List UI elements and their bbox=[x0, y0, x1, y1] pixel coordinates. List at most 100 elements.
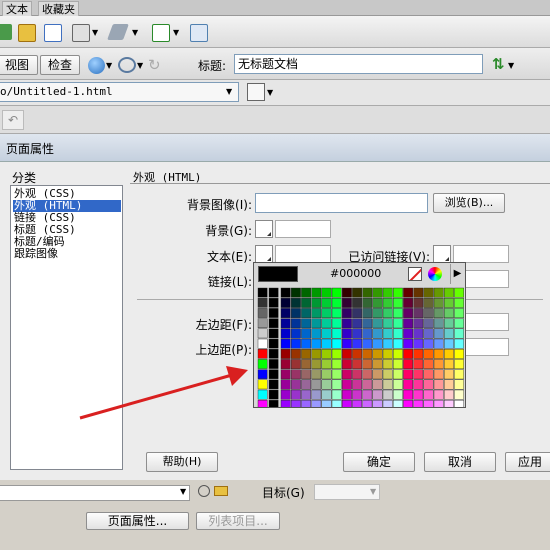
color-swatch[interactable] bbox=[392, 338, 403, 349]
page-properties-button[interactable]: 页面属性... bbox=[86, 512, 189, 530]
color-swatch[interactable] bbox=[291, 297, 301, 308]
color-swatch[interactable] bbox=[433, 389, 444, 400]
color-swatch[interactable] bbox=[268, 338, 279, 349]
color-swatch[interactable] bbox=[268, 297, 279, 308]
color-swatch[interactable] bbox=[403, 328, 413, 339]
visited-color-input[interactable] bbox=[453, 245, 509, 263]
color-swatch[interactable] bbox=[311, 349, 322, 359]
color-swatch[interactable] bbox=[372, 308, 383, 318]
color-swatch[interactable] bbox=[362, 338, 373, 349]
chevron-down-icon[interactable]: ▼ bbox=[132, 28, 138, 37]
color-swatch[interactable] bbox=[321, 338, 332, 349]
color-swatch[interactable] bbox=[291, 287, 301, 298]
color-swatch[interactable] bbox=[454, 379, 464, 390]
color-swatch[interactable] bbox=[392, 389, 403, 400]
color-swatch[interactable] bbox=[382, 399, 393, 407]
color-swatch[interactable] bbox=[382, 389, 393, 400]
color-swatch[interactable] bbox=[301, 318, 312, 329]
color-swatch[interactable] bbox=[433, 328, 444, 339]
color-swatch[interactable] bbox=[433, 399, 444, 407]
color-swatch[interactable] bbox=[433, 359, 444, 370]
tab-favorites[interactable]: 收藏夹 bbox=[38, 1, 79, 17]
color-swatch[interactable] bbox=[341, 359, 352, 370]
color-swatch[interactable] bbox=[291, 399, 301, 407]
color-swatch[interactable] bbox=[443, 349, 454, 359]
color-swatch[interactable] bbox=[413, 359, 424, 370]
color-swatch[interactable] bbox=[392, 318, 403, 329]
color-swatch[interactable] bbox=[403, 287, 413, 298]
color-swatch[interactable] bbox=[291, 389, 301, 400]
color-swatch[interactable] bbox=[392, 359, 403, 370]
color-swatch[interactable] bbox=[352, 399, 363, 407]
color-swatch[interactable] bbox=[280, 287, 291, 298]
color-swatch[interactable] bbox=[392, 369, 403, 380]
color-swatch[interactable] bbox=[443, 338, 454, 349]
color-swatch[interactable] bbox=[454, 338, 464, 349]
color-swatch[interactable] bbox=[257, 297, 268, 308]
chevron-down-icon[interactable]: ▼ bbox=[370, 487, 376, 496]
color-swatch[interactable] bbox=[454, 349, 464, 359]
color-swatch[interactable] bbox=[280, 349, 291, 359]
color-swatch[interactable] bbox=[372, 349, 383, 359]
color-swatch[interactable] bbox=[321, 297, 332, 308]
color-swatch[interactable] bbox=[331, 359, 342, 370]
color-swatch[interactable] bbox=[454, 318, 464, 329]
color-swatch[interactable] bbox=[321, 359, 332, 370]
color-swatch[interactable] bbox=[382, 287, 393, 298]
color-swatch[interactable] bbox=[413, 308, 424, 318]
color-swatch[interactable] bbox=[423, 338, 434, 349]
chevron-down-icon[interactable]: ▼ bbox=[137, 61, 143, 70]
color-swatch[interactable] bbox=[301, 338, 312, 349]
color-swatch[interactable] bbox=[382, 318, 393, 329]
color-swatch[interactable] bbox=[280, 328, 291, 339]
color-swatch[interactable] bbox=[433, 287, 444, 298]
color-swatch[interactable] bbox=[372, 287, 383, 298]
no-color-icon[interactable] bbox=[408, 267, 422, 281]
color-swatch[interactable] bbox=[382, 328, 393, 339]
color-swatch[interactable] bbox=[352, 318, 363, 329]
snippet-icon[interactable] bbox=[152, 24, 170, 42]
color-swatch[interactable] bbox=[443, 318, 454, 329]
address-input[interactable]: o/Untitled-1.html bbox=[0, 82, 239, 102]
color-swatch[interactable] bbox=[280, 389, 291, 400]
color-swatch[interactable] bbox=[321, 399, 332, 407]
color-swatch[interactable] bbox=[291, 328, 301, 339]
color-swatch[interactable] bbox=[372, 318, 383, 329]
color-swatch[interactable] bbox=[321, 369, 332, 380]
color-swatch[interactable] bbox=[362, 379, 373, 390]
color-swatch[interactable] bbox=[372, 379, 383, 390]
color-swatch[interactable] bbox=[341, 308, 352, 318]
color-swatch[interactable] bbox=[372, 328, 383, 339]
color-swatch[interactable] bbox=[280, 359, 291, 370]
color-swatch[interactable] bbox=[341, 318, 352, 329]
color-swatch[interactable] bbox=[280, 338, 291, 349]
color-swatch[interactable] bbox=[443, 399, 454, 407]
color-swatch[interactable] bbox=[443, 379, 454, 390]
color-swatch[interactable] bbox=[352, 389, 363, 400]
color-swatch[interactable] bbox=[403, 369, 413, 380]
color-swatch[interactable] bbox=[392, 308, 403, 318]
color-swatch[interactable] bbox=[433, 379, 444, 390]
color-swatch[interactable] bbox=[443, 308, 454, 318]
color-swatch[interactable] bbox=[321, 308, 332, 318]
color-swatch[interactable] bbox=[268, 349, 279, 359]
color-swatch[interactable] bbox=[301, 287, 312, 298]
color-swatch[interactable] bbox=[454, 328, 464, 339]
color-swatch[interactable] bbox=[341, 399, 352, 407]
color-swatch[interactable] bbox=[413, 297, 424, 308]
color-swatch[interactable] bbox=[341, 349, 352, 359]
color-swatch[interactable] bbox=[352, 338, 363, 349]
color-swatch[interactable] bbox=[321, 379, 332, 390]
color-swatch[interactable] bbox=[403, 349, 413, 359]
color-swatch[interactable] bbox=[268, 359, 279, 369]
color-swatch[interactable] bbox=[257, 308, 268, 318]
color-swatch[interactable] bbox=[392, 287, 403, 298]
color-swatch[interactable] bbox=[454, 359, 464, 370]
color-swatch[interactable] bbox=[403, 318, 413, 329]
target-icon[interactable] bbox=[198, 485, 210, 497]
color-swatch[interactable] bbox=[331, 379, 342, 390]
color-swatch[interactable] bbox=[311, 389, 322, 400]
media-icon[interactable] bbox=[72, 24, 90, 42]
color-swatch[interactable] bbox=[301, 369, 312, 380]
chevron-down-icon[interactable]: ▼ bbox=[106, 61, 112, 70]
